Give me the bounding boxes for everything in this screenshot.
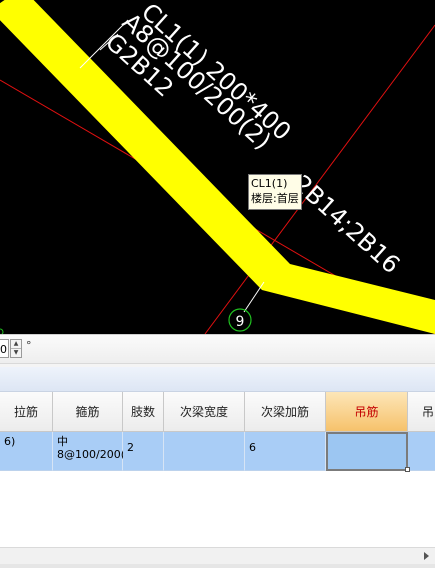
- col-header-zhishu[interactable]: 肢数: [123, 392, 164, 432]
- beam-shape[interactable]: [0, 0, 435, 334]
- fill-handle[interactable]: [405, 467, 410, 472]
- col-header-cilang-jiajin[interactable]: 次梁加筋: [245, 392, 326, 432]
- cell-cilang-kuandu[interactable]: [164, 432, 245, 471]
- beam-label-line4: 2B14;2B16: [288, 170, 405, 280]
- angle-input[interactable]: 0: [0, 339, 9, 358]
- beam-tooltip: CL1(1) 楼层:首层: [248, 174, 302, 210]
- axis-marker-label: 9: [236, 314, 245, 330]
- col-header-lajin[interactable]: 拉筋: [0, 392, 53, 432]
- col-header-cilang-kuandu[interactable]: 次梁宽度: [164, 392, 245, 432]
- status-strip: [0, 564, 435, 568]
- cell-cilang-jiajin[interactable]: 6: [245, 432, 326, 471]
- cell-zhishu[interactable]: 2: [123, 432, 164, 471]
- angle-toolbar: 0 ▲ ▼ °: [0, 334, 435, 364]
- horizontal-scrollbar[interactable]: [0, 547, 435, 564]
- scroll-right-icon[interactable]: [424, 552, 429, 560]
- col-header-diaojin[interactable]: 吊筋: [326, 392, 408, 432]
- tooltip-line1: CL1(1): [251, 177, 288, 190]
- cell-gujin[interactable]: 中8@100/200(2): [53, 432, 136, 471]
- cell-lajin[interactable]: 6): [0, 432, 53, 471]
- angle-spinner[interactable]: ▲ ▼: [10, 339, 22, 358]
- cad-drawing-canvas[interactable]: CL1(1) 200*400 A8@100/200(2) G2B12 2B14;…: [0, 0, 435, 334]
- cell-diaojin-active[interactable]: [326, 432, 408, 471]
- spin-down-icon[interactable]: ▼: [11, 349, 21, 357]
- cell-partial[interactable]: [408, 432, 435, 471]
- spin-up-icon[interactable]: ▲: [11, 340, 21, 349]
- tooltip-line2: 楼层:首层: [251, 192, 299, 205]
- angle-unit: °: [26, 339, 32, 352]
- property-grid[interactable]: 拉筋 箍筋 肢数 次梁宽度 次梁加筋 吊筋 吊 6) 中8@100/200(2)…: [0, 392, 435, 568]
- grid-title-strip: [0, 367, 435, 392]
- col-header-gujin[interactable]: 箍筋: [53, 392, 123, 432]
- marker-leader: [243, 281, 265, 313]
- cad-drawing: CL1(1) 200*400 A8@100/200(2) G2B12 2B14;…: [0, 0, 435, 334]
- col-header-partial[interactable]: 吊: [408, 392, 435, 432]
